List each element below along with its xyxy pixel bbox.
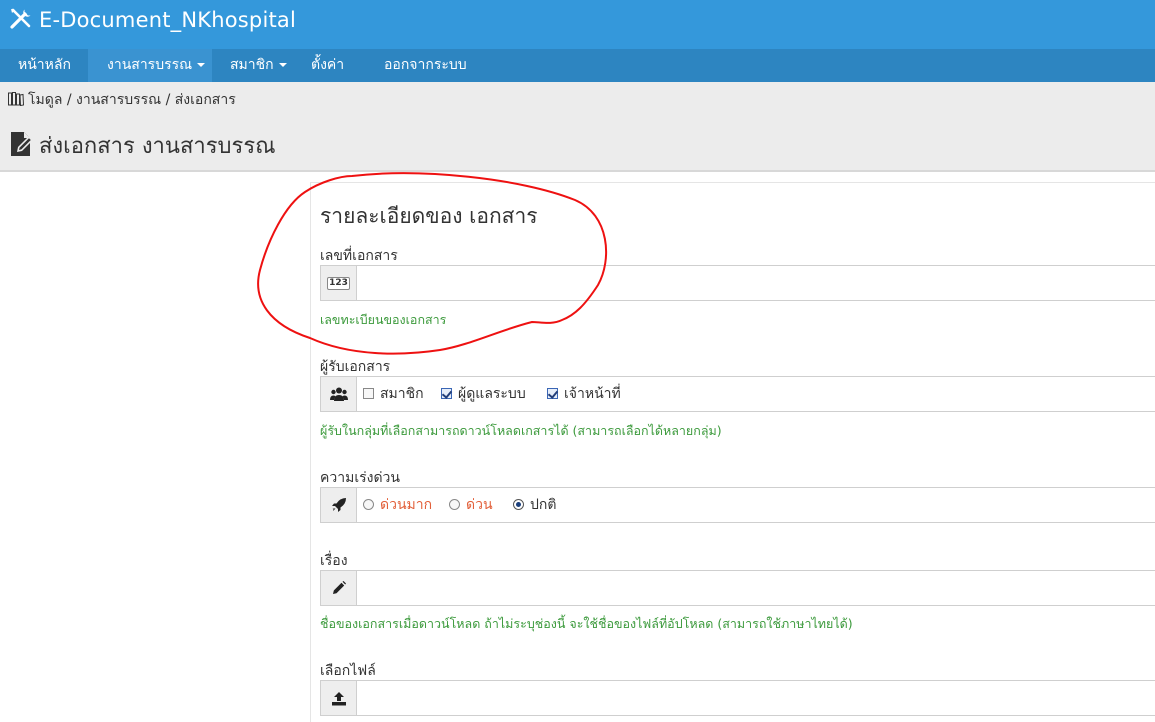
nav-settings[interactable]: ตั้งค่า	[301, 49, 354, 82]
urgency-normal-radio[interactable]	[513, 499, 524, 510]
recipients-help: ผู้รับในกลุ่มที่เลือกสามารถดาวน์โหลดเกสา…	[320, 423, 722, 438]
nav-logout[interactable]: ออกจากระบบ	[374, 49, 477, 82]
urgency-urgent-radio[interactable]	[449, 499, 460, 510]
doc-number-group: 123	[320, 265, 1155, 301]
recipient-members-checkbox[interactable]	[363, 388, 374, 399]
recipient-admin-option[interactable]: ผู้ดูแลระบบ	[441, 377, 526, 411]
file-label: เลือกไฟล์	[320, 663, 376, 679]
app-header: E-Document_NKhospital	[0, 0, 1155, 49]
upload-icon[interactable]	[321, 681, 357, 715]
urgency-urgent-option[interactable]: ด่วน	[449, 488, 493, 522]
doc-number-help: เลขทะเบียนของเอกสาร	[320, 312, 447, 327]
nav-members[interactable]: สมาชิก	[220, 49, 297, 82]
nav-home[interactable]: หน้าหลัก	[8, 49, 81, 82]
recipients-group: สมาชิก ผู้ดูแลระบบ เจ้าหน้าที่	[320, 376, 1155, 412]
urgency-very-urgent-option[interactable]: ด่วนมาก	[363, 488, 432, 522]
recipient-members-option[interactable]: สมาชิก	[363, 377, 424, 411]
section-title: รายละเอียดของ เอกสาร	[320, 204, 538, 228]
urgency-urgent-label: ด่วน	[466, 497, 493, 513]
document-edit-icon	[11, 132, 33, 156]
doc-number-label: เลขที่เอกสาร	[320, 248, 398, 264]
books-icon	[8, 92, 24, 106]
recipient-staff-label: เจ้าหน้าที่	[564, 386, 621, 402]
nav-logout-label: ออกจากระบบ	[384, 57, 467, 73]
users-icon	[321, 377, 357, 411]
nav-members-label: สมาชิก	[230, 57, 274, 73]
urgency-normal-option[interactable]: ปกติ	[513, 488, 556, 522]
doc-number-input[interactable]	[357, 266, 1154, 300]
recipient-admin-label: ผู้ดูแลระบบ	[458, 386, 526, 402]
subject-label: เรื่อง	[320, 553, 348, 569]
page-title-text: ส่งเอกสาร งานสารบรรณ	[39, 134, 276, 159]
page-header: โมดูล / งานสารบรรณ / ส่งเอกสาร ส่งเอกสาร…	[0, 82, 1155, 172]
form-panel	[310, 182, 1155, 722]
recipient-admin-checkbox[interactable]	[441, 388, 452, 399]
caret-down-icon	[278, 63, 287, 67]
recipient-members-label: สมาชิก	[380, 386, 424, 402]
subject-help: ชื่อของเอกสารเมื่อดาวน์โหลด ถ้าไม่ระบุช่…	[320, 616, 853, 631]
urgency-normal-label: ปกติ	[530, 497, 557, 513]
nav-home-label: หน้าหลัก	[18, 57, 71, 73]
nav-settings-label: ตั้งค่า	[311, 57, 345, 73]
urgency-label: ความเร่งด่วน	[320, 470, 400, 486]
breadcrumb-text[interactable]: โมดูล / งานสารบรรณ / ส่งเอกสาร	[28, 92, 236, 108]
urgency-group: ด่วนมาก ด่วน ปกติ	[320, 487, 1155, 523]
app-title[interactable]: E-Document_NKhospital	[39, 6, 296, 34]
wrench-screwdriver-icon	[10, 8, 31, 29]
nav-document-work[interactable]: งานสารบรรณ	[88, 49, 212, 82]
urgency-very-urgent-label: ด่วนมาก	[380, 497, 433, 513]
breadcrumb: โมดูล / งานสารบรรณ / ส่งเอกสาร	[8, 89, 236, 111]
page-title: ส่งเอกสาร งานสารบรรณ	[9, 128, 276, 163]
caret-down-icon	[197, 63, 206, 67]
subject-input[interactable]	[357, 571, 1154, 605]
number-icon: 123	[321, 266, 357, 300]
recipient-staff-option[interactable]: เจ้าหน้าที่	[547, 377, 621, 411]
urgency-very-urgent-radio[interactable]	[363, 499, 374, 510]
rocket-icon	[321, 488, 357, 522]
nav-document-work-label: งานสารบรรณ	[107, 57, 193, 73]
main-nav: หน้าหลัก งานสารบรรณ สมาชิก ตั้งค่า ออกจา…	[0, 49, 1155, 82]
pencil-icon	[321, 571, 357, 605]
recipients-label: ผู้รับเอกสาร	[320, 359, 391, 375]
recipient-staff-checkbox[interactable]	[547, 388, 558, 399]
file-group[interactable]	[320, 680, 1155, 716]
subject-group	[320, 570, 1155, 606]
